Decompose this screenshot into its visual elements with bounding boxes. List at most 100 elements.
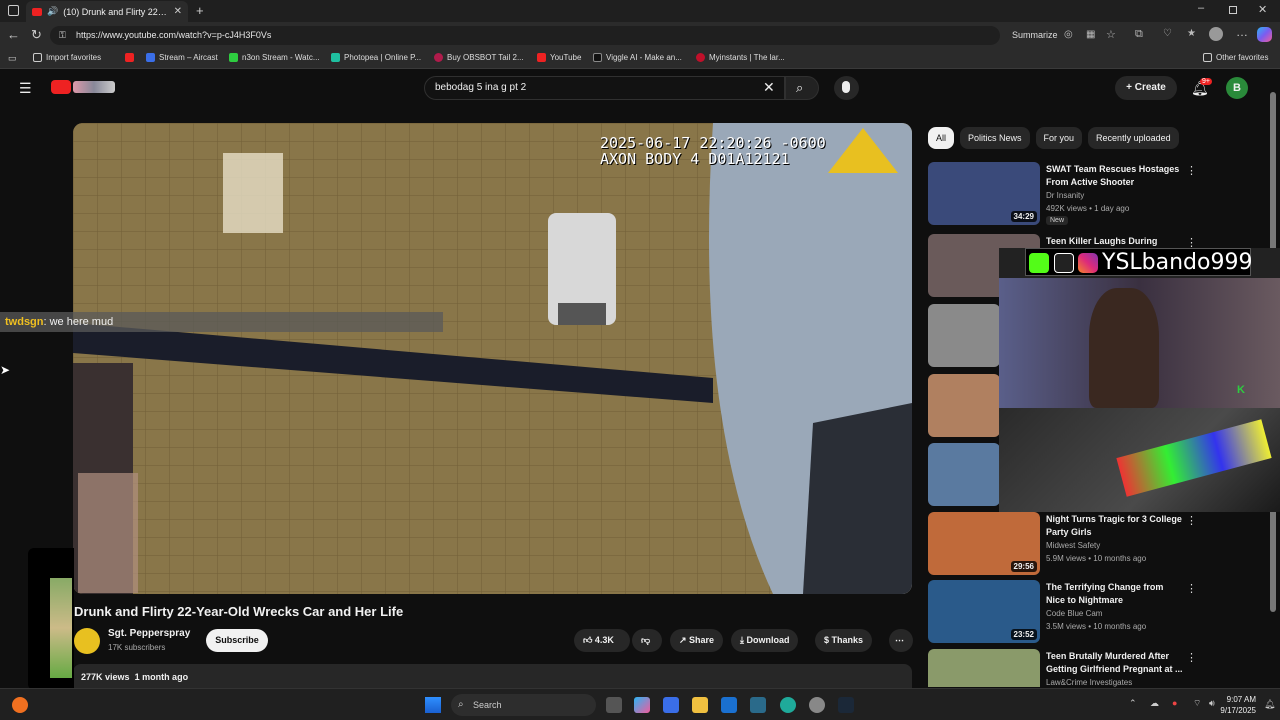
refresh-icon[interactable]: ↻	[31, 27, 42, 43]
download-button[interactable]: ⤓ Download	[731, 629, 799, 652]
copilot-icon[interactable]	[1257, 27, 1272, 42]
copilot-icon[interactable]	[634, 697, 650, 713]
bookmark-import-favorites[interactable]: Import favorites	[33, 53, 101, 62]
browser-tab-active[interactable]: 🔊 (10) Drunk and Flirty 22-Year- ✕	[26, 1, 188, 22]
video-thumbnail[interactable]	[928, 443, 1000, 506]
taskbar-search[interactable]: ⌕ Search	[451, 694, 596, 716]
edge-icon[interactable]	[780, 697, 796, 713]
photos-icon[interactable]	[750, 697, 766, 713]
app-icon[interactable]: ▦	[1086, 29, 1095, 40]
volume-icon[interactable]: 🔊︎	[1209, 698, 1215, 709]
store-icon[interactable]	[663, 697, 679, 713]
recommended-title[interactable]: Teen Brutally Murdered After Getting Gir…	[1046, 650, 1184, 676]
bookmark-youtube[interactable]: YouTube	[537, 53, 581, 62]
favorite-star-icon[interactable]: ☆	[1106, 28, 1116, 41]
favorites-toggle-icon[interactable]: ▭	[8, 53, 17, 64]
start-icon[interactable]	[425, 697, 441, 713]
clear-search-icon[interactable]: ✕	[763, 79, 775, 96]
wifi-icon[interactable]: ⌔	[1193, 698, 1201, 709]
video-thumbnail[interactable]	[928, 304, 1000, 367]
more-vertical-icon[interactable]: ⋮	[1186, 164, 1197, 177]
chip-for-you[interactable]: For you	[1035, 127, 1083, 149]
recommended-channel[interactable]: Code Blue Cam	[1046, 609, 1102, 618]
file-explorer-icon[interactable]	[692, 697, 708, 713]
recommended-video[interactable]: 23:52 The Terrifying Change from Nice to…	[928, 580, 1198, 643]
recommended-title[interactable]: Night Turns Tragic for 3 College Party G…	[1046, 513, 1184, 539]
more-vertical-icon[interactable]: ⋮	[1186, 582, 1197, 595]
bookmark-other-favorites[interactable]: Other favorites	[1203, 53, 1268, 62]
site-info-icon[interactable]: ⚿	[59, 26, 66, 45]
more-vertical-icon[interactable]: ⋮	[1186, 651, 1197, 664]
create-button[interactable]: + Create	[1115, 76, 1177, 100]
close-window-icon[interactable]: ✕	[1258, 3, 1267, 16]
browser-essentials-icon[interactable]: ♡	[1163, 28, 1172, 39]
tray-chevron-icon[interactable]: ⌃	[1129, 698, 1137, 709]
search-button[interactable]: ⌕	[785, 76, 819, 100]
recommended-channel[interactable]: Law&Crime Investigates	[1046, 678, 1132, 687]
tab-actions-icon[interactable]	[8, 5, 19, 16]
account-avatar[interactable]: B	[1226, 77, 1248, 99]
menu-icon[interactable]: ☰	[19, 80, 32, 97]
thanks-button[interactable]: $ Thanks	[815, 629, 873, 652]
bookmark-myinstants[interactable]: Myinstants | The lar...	[696, 53, 785, 62]
dislike-button[interactable]: 👎︎	[632, 629, 662, 652]
bookmark-youtube-icon[interactable]	[125, 53, 134, 62]
close-tab-icon[interactable]: ✕	[174, 6, 182, 17]
chip-all[interactable]: All	[928, 127, 955, 149]
share-button[interactable]: ↗ Share	[670, 629, 724, 652]
recommended-title[interactable]: Teen Killer Laughs During	[1046, 235, 1184, 248]
restore-icon[interactable]	[1229, 6, 1237, 14]
recommended-video[interactable]: 29:56 Night Turns Tragic for 3 College P…	[928, 512, 1198, 575]
bookmark-obsbot[interactable]: Buy OBSBOT Tail 2...	[434, 53, 524, 62]
description-box[interactable]: 277K views 1 month ago	[73, 664, 912, 688]
channel-name[interactable]: Sgt. Pepperspray	[108, 628, 190, 639]
system-clock[interactable]: 9:07 AM 9/17/2025	[1220, 694, 1256, 716]
search-input[interactable]: bebodag 5 ina g pt 2	[424, 76, 785, 100]
video-thumbnail[interactable]: 34:29	[928, 162, 1040, 225]
chip-politics-news[interactable]: Politics News	[960, 127, 1030, 149]
recommended-channel[interactable]: Dr Insanity	[1046, 191, 1084, 200]
more-menu-icon[interactable]: …	[1236, 25, 1248, 39]
steam-icon[interactable]	[838, 697, 854, 713]
minimize-icon[interactable]: –	[1198, 2, 1204, 14]
notification-center-icon[interactable]: 🔔︎	[1264, 699, 1275, 710]
recommended-title[interactable]: The Terrifying Change from Nice to Night…	[1046, 581, 1184, 607]
chip-recently-uploaded[interactable]: Recently uploaded	[1088, 127, 1179, 149]
like-button[interactable]: 👍︎ 4.3K	[574, 629, 630, 652]
widget-weather-icon[interactable]	[12, 697, 28, 713]
tray-app-icon[interactable]: ☁	[1150, 698, 1159, 709]
bookmark-n3on[interactable]: n3on Stream - Watc...	[229, 53, 320, 62]
channel-avatar[interactable]	[74, 628, 100, 654]
summarize-button[interactable]: Summarize	[1012, 30, 1058, 40]
video-player[interactable]: 2025-06-17 22:20:26 -0600 AXON BODY 4 D0…	[73, 123, 912, 594]
bookmark-photopea[interactable]: Photopea | Online P...	[331, 53, 421, 62]
youtube-logo[interactable]	[51, 80, 71, 94]
video-thumbnail[interactable]: 23:52	[928, 580, 1040, 643]
tray-mic-icon[interactable]: ●	[1172, 698, 1177, 708]
profile-icon[interactable]	[1209, 27, 1223, 41]
bookmark-viggle[interactable]: Viggle AI - Make an...	[593, 53, 682, 62]
extensions-icon[interactable]: ⧉	[1135, 28, 1143, 41]
outlook-icon[interactable]	[721, 697, 737, 713]
video-thumbnail[interactable]	[928, 649, 1040, 687]
speaker-icon[interactable]: 🔊	[47, 6, 58, 17]
subscribe-button[interactable]: Subscribe	[206, 629, 268, 652]
more-actions-button[interactable]: ⋯	[889, 629, 913, 652]
favorites-icon[interactable]: ★	[1187, 28, 1196, 39]
recommended-channel[interactable]: Midwest Safety	[1046, 541, 1100, 550]
bookmark-aircast[interactable]: Stream – Aircast	[146, 53, 218, 62]
obs-icon[interactable]	[809, 697, 825, 713]
more-vertical-icon[interactable]: ⋮	[1186, 514, 1197, 527]
voice-search-button[interactable]	[834, 76, 859, 100]
copilot-summarize-icon[interactable]: ◎	[1064, 29, 1073, 40]
recommended-video[interactable]: Teen Brutally Murdered After Getting Gir…	[928, 649, 1198, 687]
new-tab-icon[interactable]: +	[196, 3, 204, 18]
doodle-icon[interactable]	[73, 81, 115, 93]
recommended-video[interactable]: 34:29 SWAT Team Rescues Hostages From Ac…	[928, 162, 1198, 225]
task-view-icon[interactable]	[606, 697, 622, 713]
video-thumbnail[interactable]	[928, 374, 1000, 437]
url-field[interactable]: ⚿ https://www.youtube.com/watch?v=p-cJ4H…	[50, 26, 1000, 45]
back-icon[interactable]: ←	[7, 27, 20, 42]
recommended-title[interactable]: SWAT Team Rescues Hostages From Active S…	[1046, 163, 1184, 189]
video-thumbnail[interactable]: 29:56	[928, 512, 1040, 575]
